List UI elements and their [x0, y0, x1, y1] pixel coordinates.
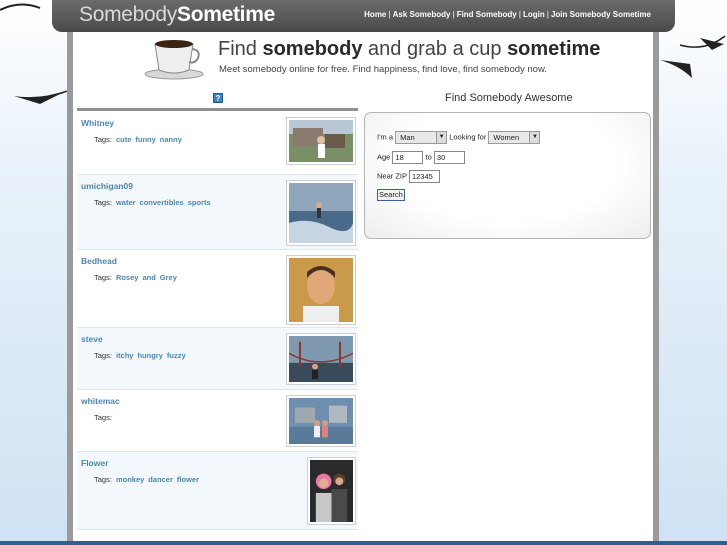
search-form: I'm a Man ▼ Looking for Women ▼ Age 18 to … [364, 112, 651, 239]
profile-photo[interactable] [286, 117, 356, 165]
tag-link[interactable]: dancer [148, 475, 173, 484]
banner-subline: Meet somebody online for free. Find happ… [219, 64, 547, 75]
chevron-down-icon: ▼ [529, 132, 540, 143]
age-row: Age 18 to 30 [377, 151, 465, 164]
tagline-bold: sometime [507, 38, 601, 60]
top-nav: Home | Ask Somebody | Find Somebody | Login | Jo… [364, 10, 651, 19]
tag-link[interactable]: water [116, 198, 136, 207]
tag-link[interactable]: Rosey [116, 273, 139, 282]
profile-name-link[interactable]: umichigan09 [81, 181, 133, 191]
gender-select[interactable]: Man ▼ [395, 131, 448, 144]
tags-label: Tags: [94, 135, 112, 144]
tags-label: Tags: [94, 198, 112, 207]
footer-bar [0, 541, 727, 545]
logo-text-light: Somebody [79, 3, 177, 26]
profile-name-link[interactable]: Whitney [81, 118, 114, 128]
site-header: SomebodySometime Home | Ask Somebody | Find … [52, 0, 675, 32]
logo-text-bold: Sometime [177, 3, 275, 26]
nav-separator: | [518, 10, 521, 19]
tag-link[interactable]: itchy [116, 351, 134, 360]
nav-join[interactable]: Join Somebody Sometime [551, 10, 651, 19]
profile-tags: Tags: water convertibles sports [94, 198, 211, 207]
tag-link[interactable]: monkey [116, 475, 144, 484]
help-icon[interactable]: ? [213, 93, 223, 103]
age-label: Age [377, 152, 391, 162]
tagline-bold: somebody [262, 38, 363, 60]
gender-row: I'm a Man ▼ Looking for Women ▼ [377, 131, 541, 144]
nav-home[interactable]: Home [364, 10, 386, 19]
profile-tags: Tags: Rosey and Grey [94, 273, 177, 282]
nav-separator: | [388, 10, 391, 19]
tag-link[interactable]: sports [188, 198, 211, 207]
list-item: Whitney Tags: cute funny nanny [77, 112, 358, 175]
list-item: steve Tags: itchy hungry fuzzy [77, 328, 358, 390]
tags-label: Tags: [94, 273, 112, 282]
zip-input[interactable]: 12345 [408, 170, 440, 183]
profile-photo[interactable] [286, 255, 356, 325]
search-button[interactable]: Search [377, 189, 405, 201]
divider [77, 108, 358, 111]
age-max-input[interactable]: 30 [433, 151, 465, 164]
nav-login[interactable]: Login [523, 10, 545, 19]
tag-link[interactable]: convertibles [140, 198, 184, 207]
profile-photo[interactable] [307, 457, 356, 525]
profile-photo[interactable] [286, 395, 356, 447]
site-logo[interactable]: SomebodySometime [79, 3, 275, 27]
banner: Find somebody and grab a cup sometime Me… [73, 32, 653, 88]
list-item: Flower Tags: monkey dancer flower [77, 452, 358, 530]
nav-separator: | [452, 10, 455, 19]
tags-label: Tags: [94, 475, 112, 484]
main-page: Find somebody and grab a cup sometime Me… [67, 32, 659, 545]
nav-separator: | [546, 10, 549, 19]
gender-select-value: Man [400, 133, 415, 142]
tag-link[interactable]: funny [135, 135, 155, 144]
nav-find-somebody[interactable]: Find Somebody [457, 10, 517, 19]
to-label: to [425, 152, 432, 162]
profile-tags: Tags: itchy hungry fuzzy [94, 351, 186, 360]
profile-name-link[interactable]: Bedhead [81, 256, 117, 266]
profile-tags: Tags: monkey dancer flower [94, 475, 199, 484]
profile-name-link[interactable]: steve [81, 334, 103, 344]
looking-for-label: Looking for [449, 132, 487, 142]
tag-link[interactable]: Grey [160, 273, 177, 282]
profile-name-link[interactable]: whitemac [81, 396, 120, 406]
profile-tags: Tags: cute funny nanny [94, 135, 182, 144]
tag-link[interactable]: cute [116, 135, 131, 144]
coffee-cup-icon [144, 40, 204, 80]
search-button-row: Search [377, 189, 405, 201]
tags-label: Tags: [94, 351, 112, 360]
nav-ask-somebody[interactable]: Ask Somebody [393, 10, 451, 19]
chevron-down-icon: ▼ [436, 132, 447, 143]
search-title: Find Somebody Awesome [445, 92, 573, 104]
profile-tags: Tags: [94, 413, 112, 422]
tag-link[interactable]: flower [177, 475, 199, 484]
tag-link[interactable]: and [142, 273, 155, 282]
list-item: Bedhead Tags: Rosey and Grey [77, 250, 358, 328]
banner-tagline: Find somebody and grab a cup sometime [218, 38, 600, 61]
profile-photo[interactable] [286, 180, 356, 246]
age-min-input[interactable]: 18 [392, 151, 424, 164]
tag-link[interactable]: fuzzy [167, 351, 186, 360]
tagline-part: and grab a cup [362, 38, 508, 60]
looking-for-select[interactable]: Women ▼ [488, 131, 541, 144]
profile-photo[interactable] [286, 333, 356, 385]
looking-for-select-value: Women [493, 133, 520, 142]
tag-link[interactable]: hungry [137, 351, 162, 360]
profile-name-link[interactable]: Flower [81, 458, 108, 468]
tags-label: Tags: [94, 413, 112, 422]
list-item: umichigan09 Tags: water convertibles sports [77, 175, 358, 250]
profile-list: Whitney Tags: cute funny nanny umichigan09 … [77, 112, 358, 530]
tag-link[interactable]: nanny [160, 135, 182, 144]
im-a-label: I'm a [377, 132, 394, 142]
tagline-part: Find [218, 38, 263, 60]
list-item: whitemac Tags: [77, 390, 358, 452]
zip-label: Near ZIP [377, 171, 407, 181]
zip-row: Near ZIP 12345 [377, 170, 440, 183]
